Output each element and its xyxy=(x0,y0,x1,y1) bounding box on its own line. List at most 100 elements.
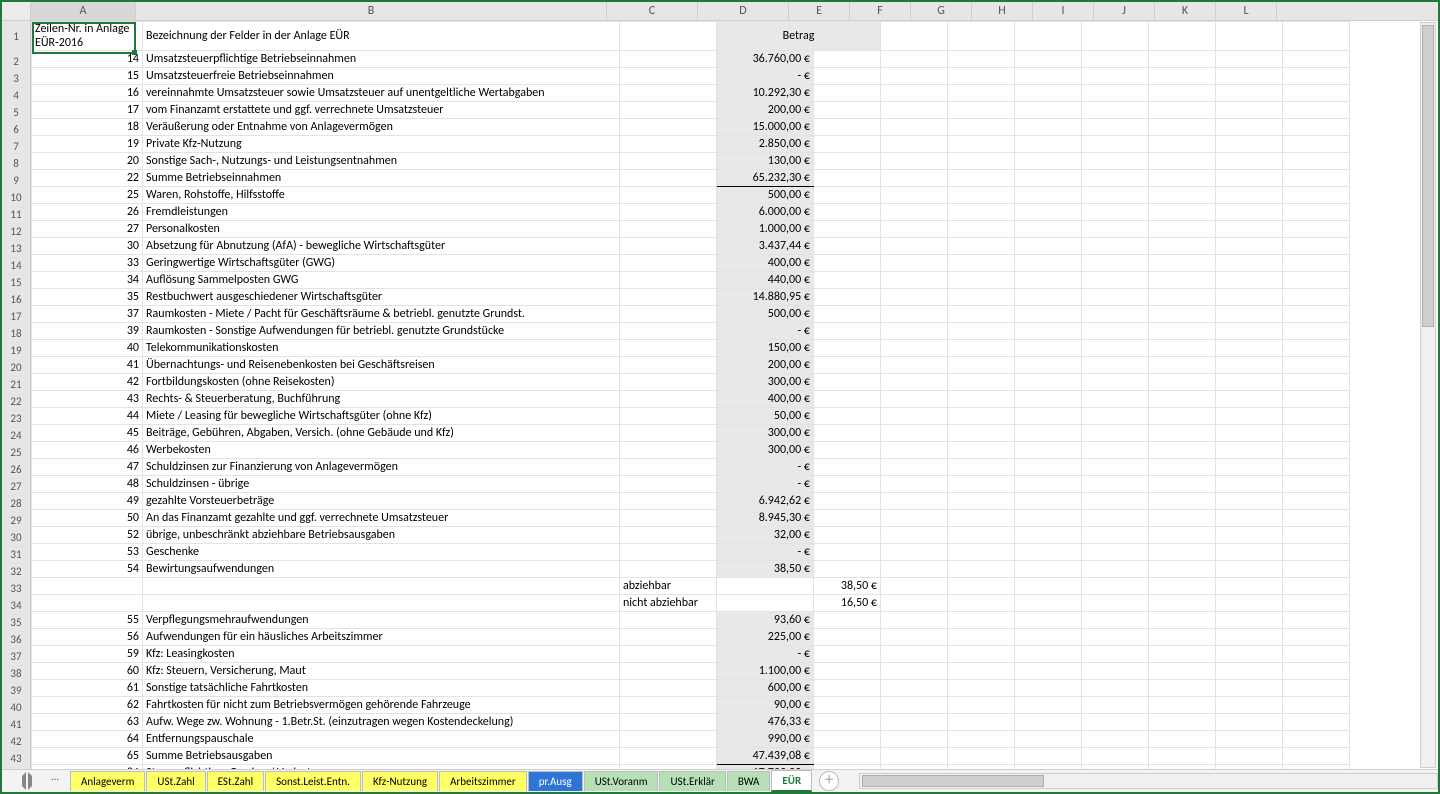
cell-C8[interactable] xyxy=(620,153,717,170)
column-header-K[interactable]: K xyxy=(1155,2,1216,20)
cell-D9[interactable]: 65.232,30 € xyxy=(717,170,814,187)
cell-C13[interactable] xyxy=(620,238,717,255)
cell-B30[interactable]: übrige, unbeschränkt abziehbare Betriebs… xyxy=(143,527,620,544)
header-cell-c[interactable] xyxy=(620,22,717,51)
cell-B22[interactable]: Rechts- & Steuerberatung, Buchführung xyxy=(143,391,620,408)
row-header-30[interactable]: 30 xyxy=(2,530,30,547)
cell-D41[interactable]: -476,33 € xyxy=(717,714,814,731)
sheet-tab-anlageverm[interactable]: Anlageverm xyxy=(70,771,145,791)
cell-C39[interactable] xyxy=(620,680,717,697)
cell-B37[interactable]: Kfz: Leasingkosten xyxy=(143,646,620,663)
cell-E29[interactable] xyxy=(814,510,881,527)
cell-E26[interactable] xyxy=(814,459,881,476)
cell-C4[interactable] xyxy=(620,85,717,102)
cell-A24[interactable]: 45 xyxy=(32,425,143,442)
cell-A35[interactable]: 55 xyxy=(32,612,143,629)
tab-scroll-right-icon[interactable] xyxy=(28,772,46,790)
cell-A31[interactable]: 53 xyxy=(32,544,143,561)
cell-B14[interactable]: Geringwertige Wirtschaftsgüter (GWG) xyxy=(143,255,620,272)
cell-C41[interactable] xyxy=(620,714,717,731)
row-header-1[interactable]: 1 xyxy=(2,21,30,54)
cell-D6[interactable]: 15.000,00 € xyxy=(717,119,814,136)
cell-C7[interactable] xyxy=(620,136,717,153)
cell-C17[interactable] xyxy=(620,306,717,323)
cell-D37[interactable]: - € xyxy=(717,646,814,663)
cell-E5[interactable] xyxy=(814,102,881,119)
cell-E11[interactable] xyxy=(814,204,881,221)
cell-C22[interactable] xyxy=(620,391,717,408)
cell-A43[interactable]: 65 xyxy=(32,748,143,765)
cell-D8[interactable]: 130,00 € xyxy=(717,153,814,170)
row-header-28[interactable]: 28 xyxy=(2,496,30,513)
cell-A12[interactable]: 27 xyxy=(32,221,143,238)
cell-E7[interactable] xyxy=(814,136,881,153)
cell-C37[interactable] xyxy=(620,646,717,663)
cell-E2[interactable] xyxy=(814,51,881,68)
cell-A15[interactable]: 34 xyxy=(32,272,143,289)
cell-C20[interactable] xyxy=(620,357,717,374)
cell-E22[interactable] xyxy=(814,391,881,408)
cell-D38[interactable]: 1.100,00 € xyxy=(717,663,814,680)
cell-D17[interactable]: 500,00 € xyxy=(717,306,814,323)
cell-C40[interactable] xyxy=(620,697,717,714)
sheet-tab-sonst-leist-entn-[interactable]: Sonst.Leist.Entn. xyxy=(265,771,361,791)
cell-B43[interactable]: Summe Betriebsausgaben xyxy=(143,748,620,765)
cell-A40[interactable]: 62 xyxy=(32,697,143,714)
cell-B16[interactable]: Restbuchwert ausgeschiedener Wirtschafts… xyxy=(143,289,620,306)
cell-D30[interactable]: 32,00 € xyxy=(717,527,814,544)
cell-C34[interactable]: nicht abziehbar xyxy=(620,595,717,612)
cell-D4[interactable]: 10.292,30 € xyxy=(717,85,814,102)
cell-A27[interactable]: 48 xyxy=(32,476,143,493)
cell-A3[interactable]: 15 xyxy=(32,68,143,85)
cell-A17[interactable]: 37 xyxy=(32,306,143,323)
row-header-32[interactable]: 32 xyxy=(2,564,30,581)
cell-B40[interactable]: Fahrtkosten für nicht zum Betriebsvermög… xyxy=(143,697,620,714)
row-header-24[interactable]: 24 xyxy=(2,428,30,445)
vertical-scrollbar-thumb[interactable] xyxy=(1422,25,1434,327)
cell-B38[interactable]: Kfz: Steuern, Versicherung, Maut xyxy=(143,663,620,680)
row-header-19[interactable]: 19 xyxy=(2,343,30,360)
cell-B17[interactable]: Raumkosten - Miete / Pacht für Geschäfts… xyxy=(143,306,620,323)
column-header-J[interactable]: J xyxy=(1094,2,1155,20)
cell-B20[interactable]: Übernachtungs- und Reisenebenkosten bei … xyxy=(143,357,620,374)
cell-D7[interactable]: 2.850,00 € xyxy=(717,136,814,153)
row-header-40[interactable]: 40 xyxy=(2,700,30,717)
cell-C24[interactable] xyxy=(620,425,717,442)
cell-A10[interactable]: 25 xyxy=(32,187,143,204)
row-header-20[interactable]: 20 xyxy=(2,360,30,377)
cell-C3[interactable] xyxy=(620,68,717,85)
cell-E40[interactable] xyxy=(814,697,881,714)
row-header-22[interactable]: 22 xyxy=(2,394,30,411)
cell-E21[interactable] xyxy=(814,374,881,391)
cell-D39[interactable]: 600,00 € xyxy=(717,680,814,697)
column-header-H[interactable]: H xyxy=(972,2,1033,20)
cell-D42[interactable]: 990,00 € xyxy=(717,731,814,748)
cell-D12[interactable]: 1.000,00 € xyxy=(717,221,814,238)
new-sheet-button[interactable]: ＋ xyxy=(819,771,839,791)
row-header-33[interactable]: 33 xyxy=(2,581,30,598)
cell-B3[interactable]: Umsatzsteuerfreie Betriebseinnahmen xyxy=(143,68,620,85)
cell-D40[interactable]: 90,00 € xyxy=(717,697,814,714)
cell-A34[interactable] xyxy=(32,595,143,612)
row-header-3[interactable]: 3 xyxy=(2,71,30,88)
cell-C12[interactable] xyxy=(620,221,717,238)
row-header-37[interactable]: 37 xyxy=(2,649,30,666)
row-header-8[interactable]: 8 xyxy=(2,156,30,173)
cell-E41[interactable] xyxy=(814,714,881,731)
tab-overflow-label[interactable]: ... xyxy=(48,772,62,782)
cell-E20[interactable] xyxy=(814,357,881,374)
cell-D23[interactable]: 50,00 € xyxy=(717,408,814,425)
cell-E42[interactable] xyxy=(814,731,881,748)
cell-A38[interactable]: 60 xyxy=(32,663,143,680)
cell-A32[interactable]: 54 xyxy=(32,561,143,578)
cell-C10[interactable] xyxy=(620,187,717,204)
row-header-23[interactable]: 23 xyxy=(2,411,30,428)
cell-B11[interactable]: Fremdleistungen xyxy=(143,204,620,221)
row-header-27[interactable]: 27 xyxy=(2,479,30,496)
cell-A23[interactable]: 44 xyxy=(32,408,143,425)
cell-E36[interactable] xyxy=(814,629,881,646)
cell-E37[interactable] xyxy=(814,646,881,663)
column-header-C[interactable]: C xyxy=(607,2,698,20)
cell-E16[interactable] xyxy=(814,289,881,306)
cell-D11[interactable]: 6.000,00 € xyxy=(717,204,814,221)
